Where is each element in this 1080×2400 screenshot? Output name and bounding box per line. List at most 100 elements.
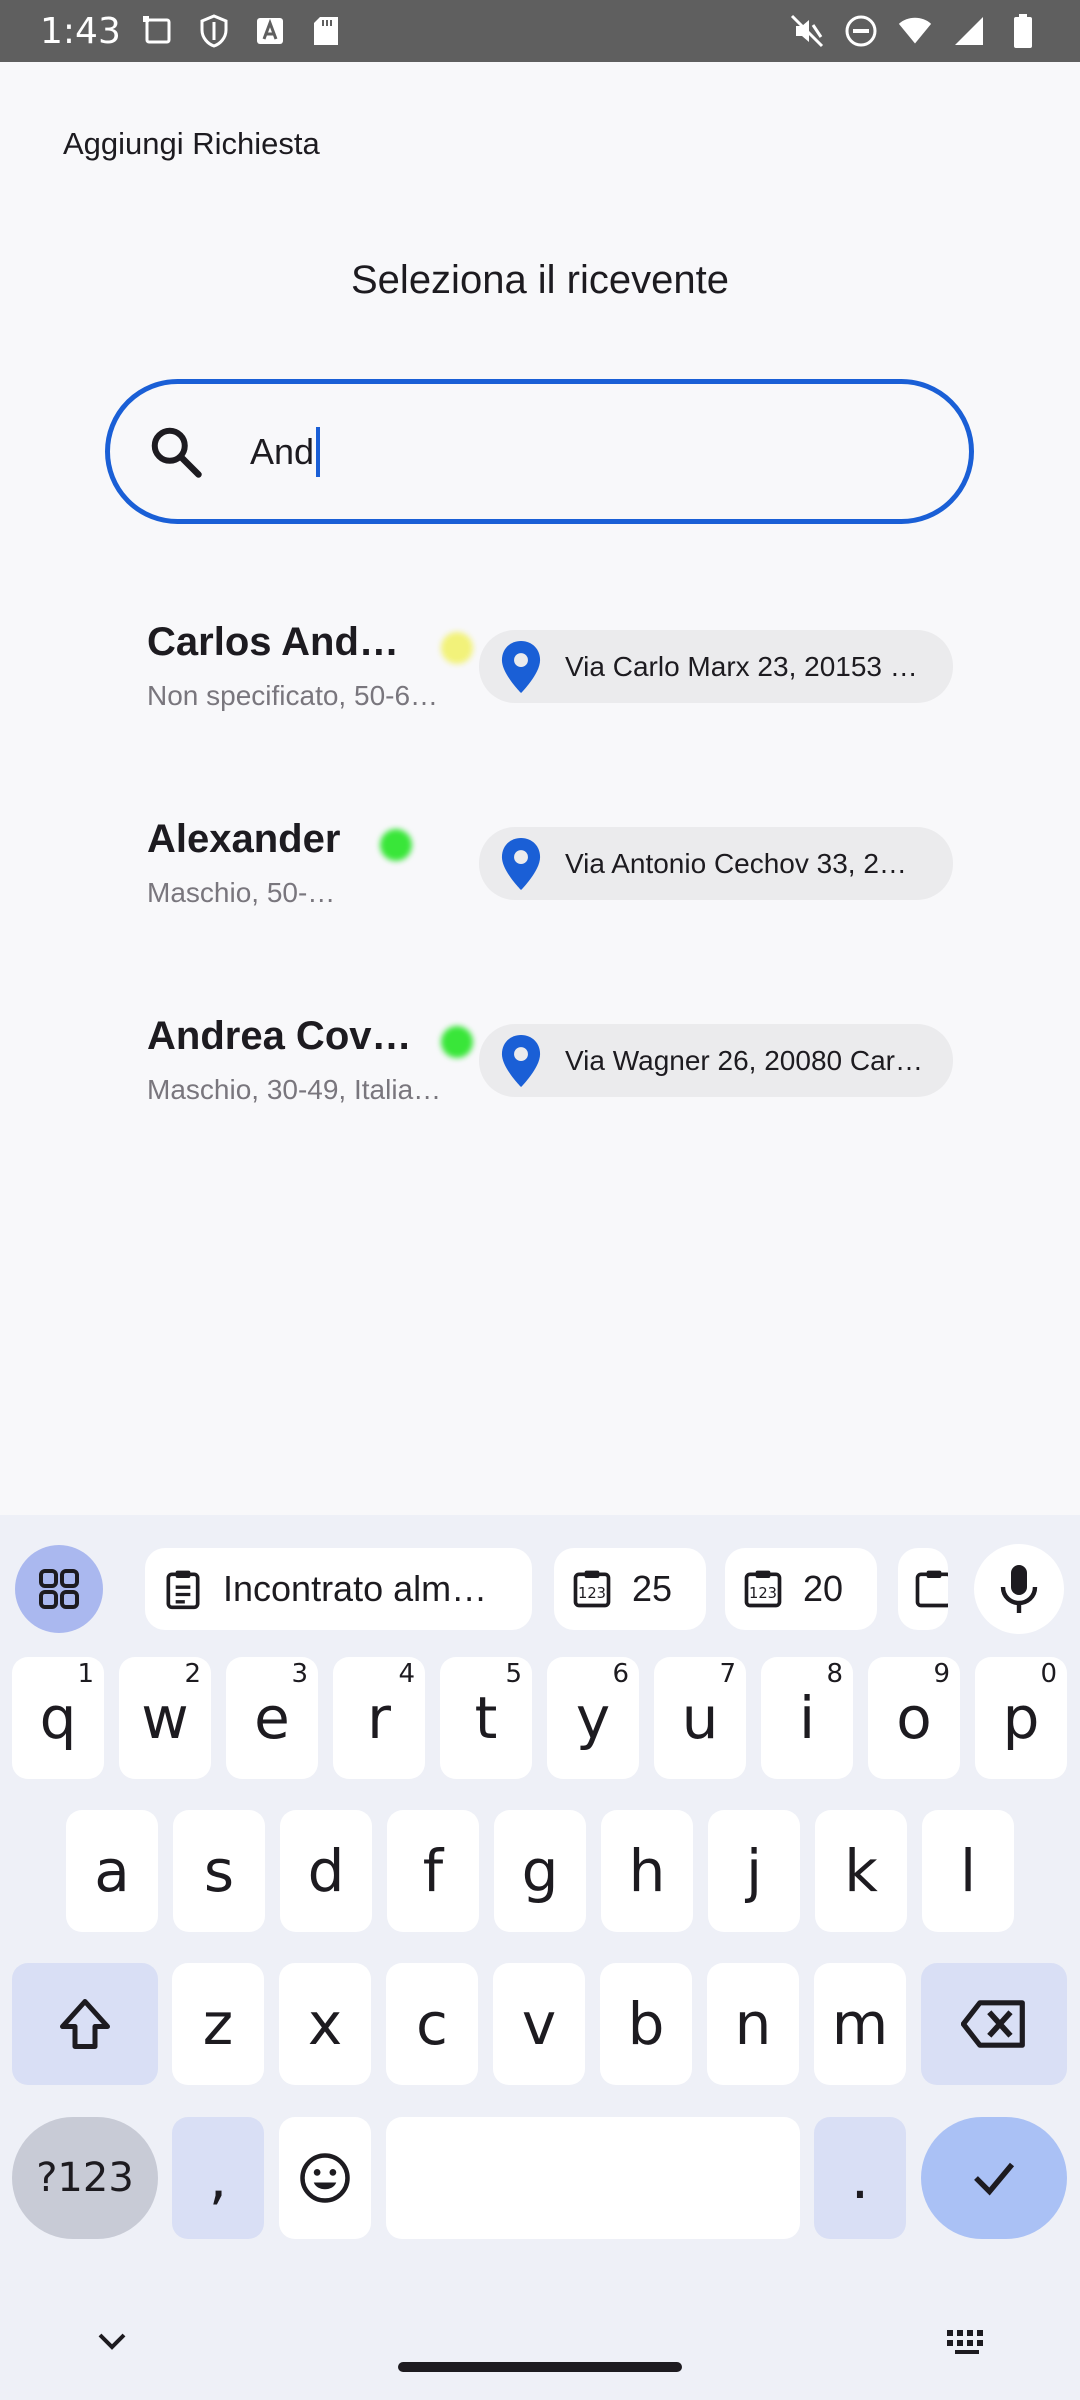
wifi-icon bbox=[898, 14, 932, 48]
key-row2-0[interactable]: a bbox=[66, 1810, 158, 1932]
emoji-key[interactable] bbox=[279, 2117, 371, 2239]
key-row3-3[interactable]: v bbox=[493, 1963, 585, 2085]
key-letter: u bbox=[681, 1684, 719, 1752]
recipient-details: Non specificato, 50-6… bbox=[147, 680, 439, 711]
suggestion-strip: Incontrato alm… 123 25 123 20 bbox=[0, 1530, 1080, 1645]
key-0[interactable]: q1 bbox=[12, 1657, 104, 1779]
key-hint: 8 bbox=[826, 1659, 843, 1689]
key-row3-4[interactable]: b bbox=[600, 1963, 692, 2085]
key-letter: e bbox=[254, 1684, 290, 1752]
key-row2-8[interactable]: l bbox=[922, 1810, 1014, 1932]
backspace-key[interactable] bbox=[921, 1963, 1067, 2085]
address-text: Via Carlo Marx 23, 20153 … bbox=[565, 650, 918, 682]
key-1[interactable]: w2 bbox=[119, 1657, 211, 1779]
enter-key[interactable] bbox=[921, 2117, 1067, 2239]
key-2[interactable]: e3 bbox=[226, 1657, 318, 1779]
grid-icon bbox=[39, 1569, 79, 1609]
key-8[interactable]: o9 bbox=[868, 1657, 960, 1779]
key-hint: 7 bbox=[719, 1659, 736, 1689]
emoji-icon bbox=[300, 2153, 350, 2203]
recipient-name: Andrea Covi… bbox=[147, 1014, 419, 1058]
microphone-icon bbox=[1000, 1565, 1038, 1613]
key-row2-2[interactable]: d bbox=[280, 1810, 372, 1932]
chevron-down-icon[interactable] bbox=[96, 2330, 128, 2352]
comma-key[interactable]: , bbox=[172, 2117, 264, 2239]
clipboard-number-icon: 123 bbox=[744, 1570, 782, 1608]
key-row2-6[interactable]: j bbox=[708, 1810, 800, 1932]
voice-input-button[interactable] bbox=[974, 1544, 1064, 1634]
shift-key[interactable] bbox=[12, 1963, 158, 2085]
status-time: 1:43 bbox=[40, 10, 121, 52]
search-field[interactable]: And bbox=[105, 379, 974, 524]
suggestion-text: Incontrato alm… bbox=[223, 1568, 488, 1609]
key-row3-0[interactable]: z bbox=[172, 1963, 264, 2085]
address-chip[interactable]: Via Carlo Marx 23, 20153 … bbox=[479, 630, 953, 703]
keyboard-a-icon bbox=[253, 14, 287, 48]
key-4[interactable]: t5 bbox=[440, 1657, 532, 1779]
backspace-icon bbox=[961, 2000, 1025, 2048]
apps-grid-button[interactable] bbox=[15, 1545, 103, 1633]
location-pin-icon bbox=[501, 1034, 541, 1087]
shield-icon bbox=[197, 14, 231, 48]
location-pin-icon bbox=[501, 640, 541, 693]
clipboard-suggestion[interactable]: 123 20 bbox=[725, 1548, 877, 1630]
key-row2-4[interactable]: g bbox=[494, 1810, 586, 1932]
status-dot bbox=[441, 1026, 473, 1058]
recipient-details: Maschio, 50-… bbox=[147, 877, 336, 908]
clipboard-number-icon: 123 bbox=[573, 1570, 611, 1608]
address-chip[interactable]: Via Wagner 26, 20080 Car… bbox=[479, 1024, 953, 1097]
key-3[interactable]: r4 bbox=[333, 1657, 425, 1779]
clipboard-suggestion[interactable]: 123 25 bbox=[554, 1548, 706, 1630]
shift-icon bbox=[60, 1999, 110, 2049]
list-item[interactable]: Carlos Ande… Non specificato, 50-6… Via … bbox=[0, 620, 1080, 740]
clipboard-number-icon bbox=[915, 1570, 948, 1608]
key-row3-6[interactable]: m bbox=[814, 1963, 906, 2085]
soft-keyboard: Incontrato alm… 123 25 123 20 q1w2e3r4t5… bbox=[0, 1515, 1080, 2400]
key-hint: 4 bbox=[398, 1659, 415, 1689]
screenshot-icon bbox=[141, 14, 175, 48]
key-row3-2[interactable]: c bbox=[386, 1963, 478, 2085]
key-7[interactable]: i8 bbox=[761, 1657, 853, 1779]
text-caret bbox=[316, 426, 321, 477]
key-hint: 2 bbox=[184, 1659, 201, 1689]
key-5[interactable]: y6 bbox=[547, 1657, 639, 1779]
key-6[interactable]: u7 bbox=[654, 1657, 746, 1779]
key-letter: p bbox=[1002, 1684, 1040, 1752]
search-input[interactable]: And bbox=[250, 426, 321, 477]
key-row2-5[interactable]: h bbox=[601, 1810, 693, 1932]
address-chip[interactable]: Via Antonio Cechov 33, 2… bbox=[479, 827, 953, 900]
symbols-key[interactable]: ?123 bbox=[12, 2117, 158, 2239]
checkmark-icon bbox=[974, 2162, 1015, 2196]
address-text: Via Antonio Cechov 33, 2… bbox=[565, 847, 907, 879]
key-letter: w bbox=[141, 1684, 189, 1752]
key-hint: 1 bbox=[77, 1659, 94, 1689]
search-input-value: And bbox=[250, 430, 315, 472]
space-key[interactable] bbox=[386, 2117, 800, 2239]
list-item[interactable]: Andrea Covi… Maschio, 30-49, Italia… Via… bbox=[0, 1014, 1080, 1134]
keyboard-switch-icon[interactable] bbox=[945, 2328, 989, 2354]
key-row3-5[interactable]: n bbox=[707, 1963, 799, 2085]
list-item[interactable]: Alexander Maschio, 50-… Via Antonio Cech… bbox=[0, 817, 1080, 937]
key-row2-7[interactable]: k bbox=[815, 1810, 907, 1932]
key-letter: r bbox=[367, 1684, 391, 1752]
key-row2-1[interactable]: s bbox=[173, 1810, 265, 1932]
recipient-name: Carlos Ande… bbox=[147, 620, 419, 664]
key-letter: o bbox=[896, 1684, 932, 1752]
status-dot bbox=[441, 632, 473, 664]
clipboard-suggestion[interactable]: Incontrato alm… bbox=[145, 1548, 532, 1630]
battery-icon bbox=[1006, 14, 1040, 48]
period-key[interactable]: . bbox=[814, 2117, 906, 2239]
suggestion-text: 20 bbox=[803, 1568, 844, 1609]
key-9[interactable]: p0 bbox=[975, 1657, 1067, 1779]
clipboard-suggestion-partial[interactable] bbox=[898, 1548, 948, 1630]
svg-text:123: 123 bbox=[578, 1585, 606, 1602]
key-letter: t bbox=[474, 1684, 498, 1752]
home-indicator[interactable] bbox=[398, 2362, 682, 2372]
key-row2-3[interactable]: f bbox=[387, 1810, 479, 1932]
search-icon bbox=[151, 427, 202, 478]
key-letter: i bbox=[798, 1684, 816, 1752]
key-row3-1[interactable]: x bbox=[279, 1963, 371, 2085]
svg-text:123: 123 bbox=[749, 1585, 777, 1602]
key-hint: 3 bbox=[291, 1659, 308, 1689]
recipient-details: Maschio, 30-49, Italia… bbox=[147, 1074, 442, 1105]
